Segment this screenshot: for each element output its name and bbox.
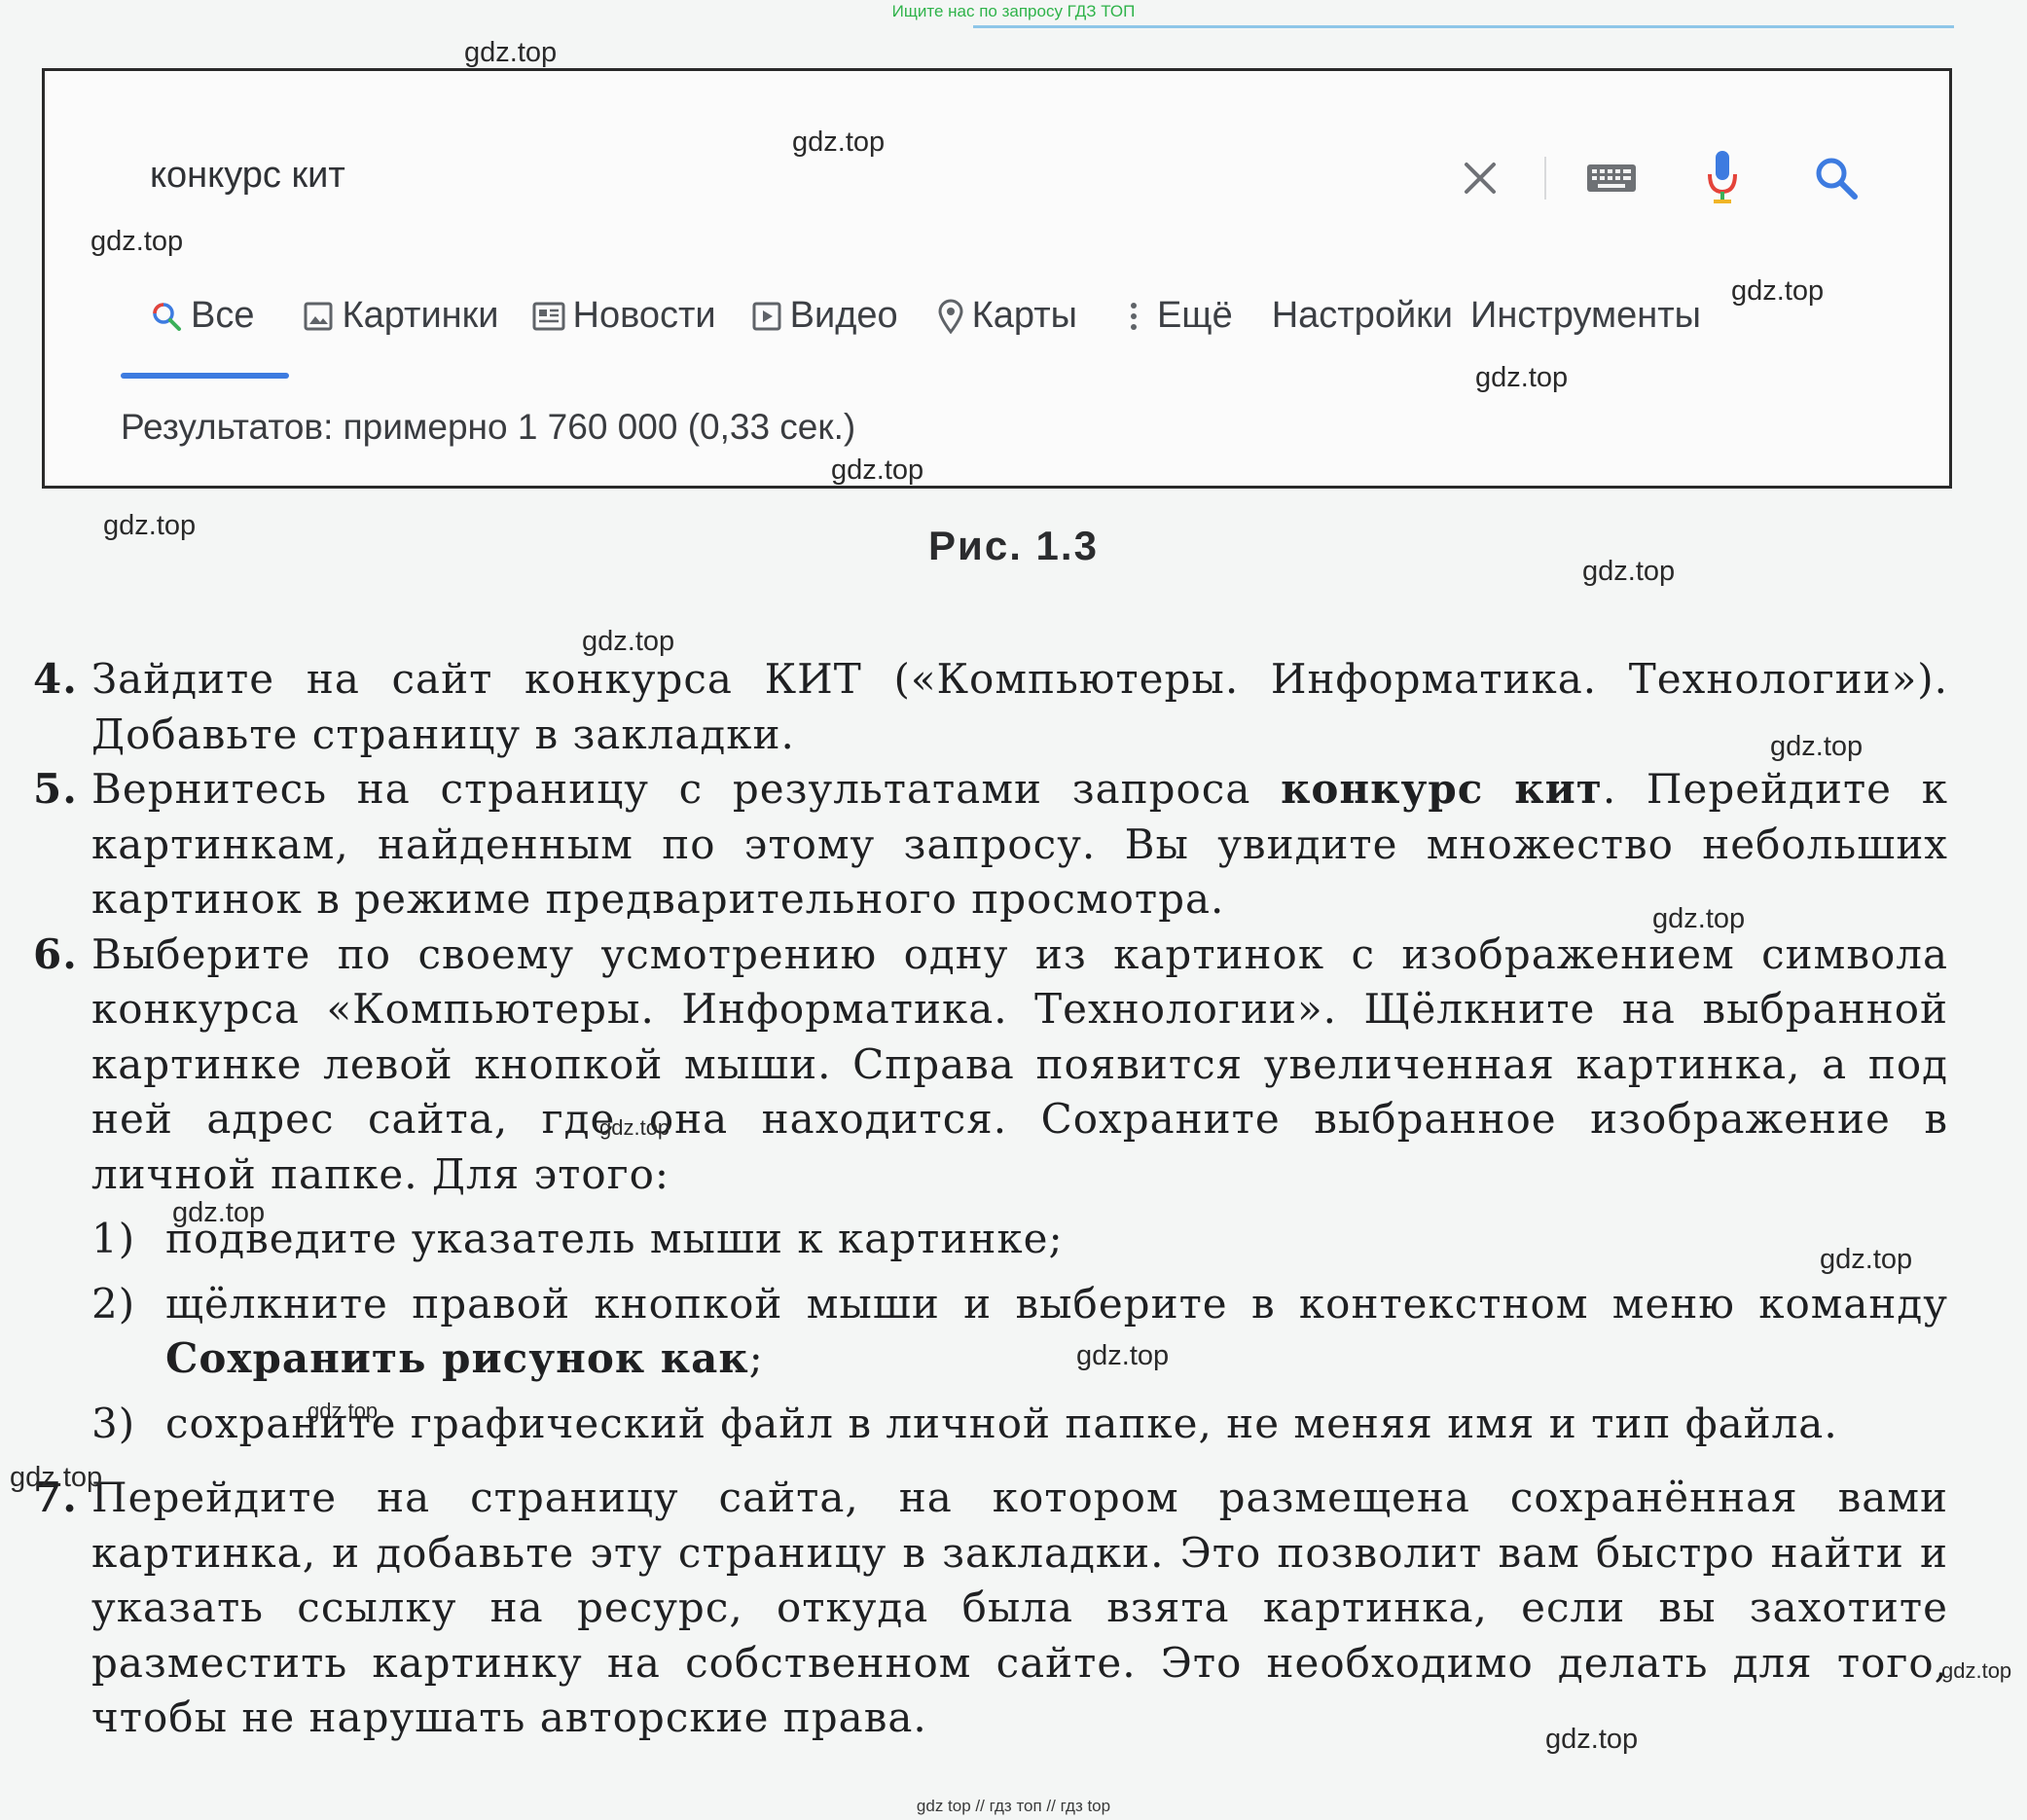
watermark: gdz.top bbox=[308, 1399, 379, 1423]
image-icon bbox=[303, 301, 334, 332]
video-icon bbox=[751, 301, 782, 332]
query-term: конкурс кит bbox=[1281, 765, 1603, 813]
search-tabs: Все Картинки Новости Видео Карты Ещё Нас… bbox=[150, 295, 1701, 337]
watermark: gdz.top bbox=[1545, 1724, 1639, 1755]
watermark: gdz.top bbox=[599, 1115, 670, 1140]
search-icon[interactable] bbox=[1813, 155, 1860, 201]
watermark: gdz.top bbox=[1582, 556, 1676, 587]
icon-separator bbox=[1544, 157, 1546, 200]
substep-text: щёлкните правой кнопкой мыши и выберите … bbox=[165, 1277, 1948, 1387]
watermark: gdz.top bbox=[464, 37, 558, 68]
active-tab-indicator bbox=[121, 373, 289, 379]
substep-text: подведите указатель мыши к картинке; bbox=[165, 1215, 1064, 1262]
tab-video-label: Видео bbox=[789, 295, 898, 336]
tab-tools[interactable]: Инструменты bbox=[1470, 295, 1701, 337]
substep-number: 2) bbox=[91, 1279, 136, 1328]
tab-news[interactable]: Новости bbox=[532, 295, 716, 337]
substep-2: 2) щёлкните правой кнопкой мыши и выбери… bbox=[91, 1277, 1948, 1387]
top-divider bbox=[973, 25, 1954, 28]
step-text: Выберите по своему усмотрению одну из ка… bbox=[91, 929, 1948, 1198]
tab-video[interactable]: Видео bbox=[751, 295, 898, 337]
footer: gdz top // гдз топ // гдз top bbox=[916, 1797, 1111, 1815]
step-7: 7. Перейдите на страницу сайта, на котор… bbox=[33, 1471, 1948, 1746]
tab-news-label: Новости bbox=[572, 295, 716, 336]
tab-all[interactable]: Все bbox=[150, 295, 254, 337]
substep-text: сохраните графический файл в личной папк… bbox=[165, 1399, 1838, 1447]
watermark: gdz.top bbox=[90, 226, 184, 257]
watermark: gdz.top bbox=[831, 455, 924, 486]
news-icon bbox=[532, 302, 565, 331]
tab-settings[interactable]: Настройки bbox=[1272, 295, 1453, 337]
tab-settings-label: Настройки bbox=[1271, 295, 1454, 336]
instructions: 4. Зайдите на сайт конкурса КИТ («Компью… bbox=[33, 652, 1948, 1746]
step-number: 4. bbox=[33, 655, 78, 703]
watermark: gdz.top bbox=[792, 127, 886, 158]
search-actions bbox=[1461, 149, 1860, 207]
watermark: gdz.top bbox=[1652, 903, 1746, 934]
close-icon[interactable] bbox=[1461, 159, 1500, 198]
watermark: gdz.top bbox=[10, 1462, 103, 1493]
watermark: gdz.top bbox=[172, 1197, 266, 1228]
menu-command: Сохранить рисунок как bbox=[165, 1334, 749, 1382]
substep-text-part: щёлкните правой кнопкой мыши и выберите … bbox=[165, 1279, 1948, 1328]
substep-text-part: ; bbox=[748, 1334, 764, 1382]
watermark: gdz.top bbox=[103, 510, 197, 541]
search-input[interactable]: конкурс кит bbox=[150, 155, 345, 197]
tab-tools-label: Инструменты bbox=[1470, 295, 1701, 336]
tab-maps-label: Карты bbox=[971, 295, 1077, 336]
microphone-icon[interactable] bbox=[1706, 149, 1739, 207]
tab-more-label: Ещё bbox=[1156, 295, 1233, 336]
step-number: 5. bbox=[33, 765, 78, 813]
watermark: gdz.top bbox=[1820, 1244, 1913, 1275]
step-6: 6. Выберите по своему усмотрению одну из… bbox=[33, 928, 1948, 1203]
step-text: Зайдите на сайт конкурса КИТ («Компьютер… bbox=[91, 655, 1948, 758]
tab-more[interactable]: Ещё bbox=[1130, 295, 1233, 337]
top-banner: Ищите нас по запросу ГДЗ ТОП bbox=[891, 2, 1136, 20]
watermark: gdz.top bbox=[1475, 362, 1569, 393]
watermark: gdz.top bbox=[582, 626, 675, 657]
step-text: Перейдите на страницу сайта, на котором … bbox=[91, 1474, 1948, 1741]
watermark: gdz.top bbox=[1770, 731, 1864, 762]
search-results-figure: конкурс кит Все Картинки Новости Видео К… bbox=[42, 68, 1952, 489]
figure-caption: Рис. 1.3 bbox=[928, 523, 1099, 568]
keyboard-icon[interactable] bbox=[1585, 161, 1638, 196]
search-icon bbox=[150, 300, 183, 333]
more-vert-icon bbox=[1130, 301, 1138, 332]
step-text-part: Вернитесь на страницу с результатами зап… bbox=[91, 765, 1282, 813]
tab-all-label: Все bbox=[191, 295, 255, 336]
tab-images[interactable]: Картинки bbox=[303, 295, 499, 337]
results-count: Результатов: примерно 1 760 000 (0,33 се… bbox=[121, 407, 856, 447]
step-number: 7. bbox=[33, 1474, 78, 1521]
tab-maps[interactable]: Карты bbox=[937, 295, 1077, 337]
map-pin-icon bbox=[937, 299, 964, 334]
tab-images-label: Картинки bbox=[342, 295, 499, 336]
watermark: gdz.top bbox=[1941, 1658, 2012, 1683]
substep-number: 3) bbox=[91, 1399, 136, 1447]
watermark: gdz.top bbox=[1076, 1340, 1170, 1371]
substep-number: 1) bbox=[91, 1215, 136, 1262]
step-4: 4. Зайдите на сайт конкурса КИТ («Компью… bbox=[33, 652, 1948, 762]
step-number: 6. bbox=[33, 929, 78, 978]
watermark: gdz.top bbox=[1731, 275, 1825, 307]
substep-1: 1) подведите указатель мыши к картинке; bbox=[91, 1212, 1948, 1267]
